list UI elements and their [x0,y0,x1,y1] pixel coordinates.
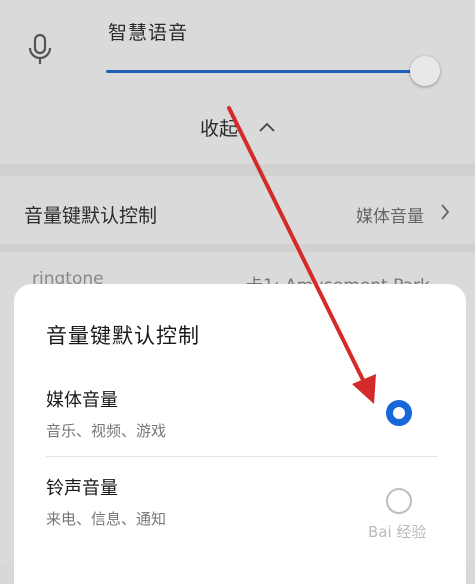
chevron-up-icon[interactable] [259,122,275,132]
radio-selected[interactable] [386,400,412,426]
option-media-volume[interactable]: 媒体音量 音乐、视频、游戏 [14,374,466,454]
option-title: 铃声音量 [46,478,118,499]
volume-key-control-label[interactable]: 音量键默认控制 [24,201,157,228]
radio-unselected[interactable] [386,488,412,514]
microphone-icon [28,33,52,64]
option-title: 媒体音量 [46,390,118,411]
section-divider [0,244,475,252]
option-divider [46,456,438,457]
volume-key-control-value[interactable]: 媒体音量 [356,202,424,227]
voice-slider-thumb[interactable] [410,56,440,86]
voice-title: 智慧语音 [108,22,189,44]
section-divider [0,164,475,176]
watermark-text: Bai 经验 [368,523,427,541]
collapse-button[interactable]: 收起 [200,114,238,141]
voice-slider-track[interactable] [106,70,426,73]
chevron-right-icon[interactable] [440,204,450,220]
option-subtitle: 音乐、视频、游戏 [46,422,167,440]
sheet-title: 音量键默认控制 [46,324,200,348]
option-subtitle: 来电、信息、通知 [46,510,167,528]
